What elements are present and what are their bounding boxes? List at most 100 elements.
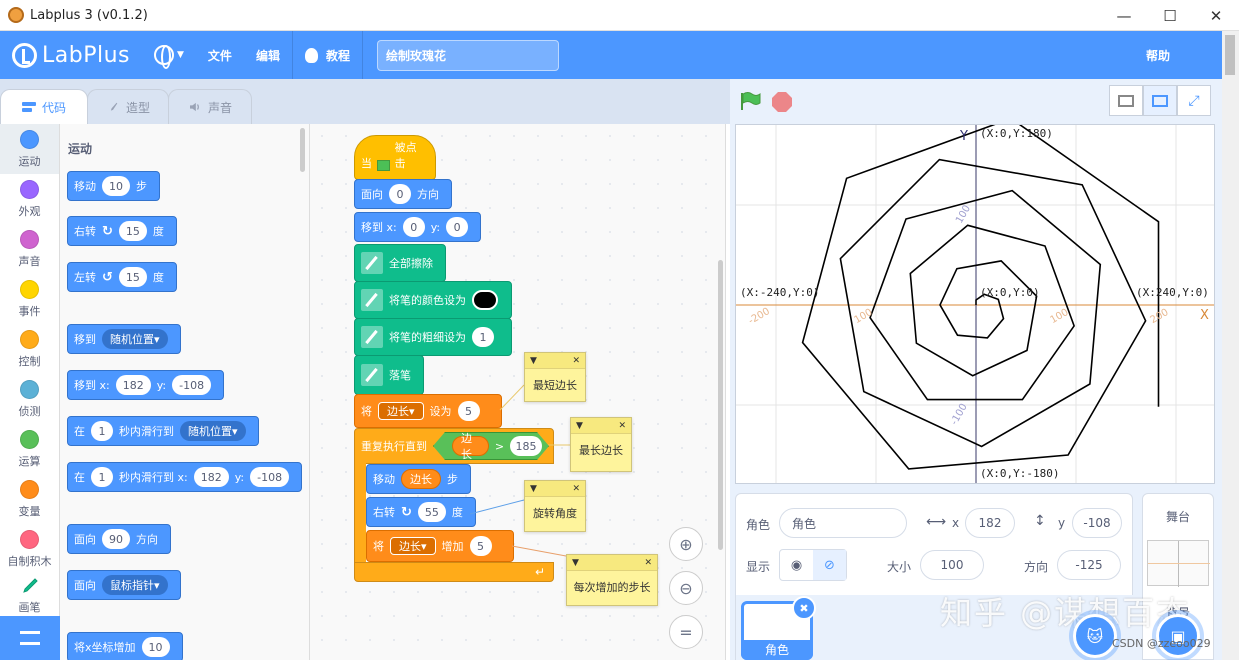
close-icon[interactable]: ✕ [618, 421, 626, 431]
block-turn-right[interactable]: 右转 ↻ 15 度 [67, 216, 177, 246]
comment-note[interactable]: ▼ ✕ 最短边长 [524, 352, 586, 402]
stage-canvas[interactable]: Y X (X:0,Y:180) (X:0,Y:-180) (X:-240,Y:0… [735, 124, 1215, 484]
block-glide-random[interactable]: 在 1 秒内滑行到 随机位置 ▾ [67, 416, 259, 446]
category-motion[interactable]: 运动 [0, 124, 59, 174]
labplus-logo[interactable]: LabPlus [12, 42, 130, 68]
comment-note[interactable]: ▼ ✕ 旋转角度 [524, 480, 586, 532]
collapse-icon[interactable]: ▼ [572, 558, 579, 568]
target-dropdown[interactable]: 随机位置 ▾ [102, 329, 168, 349]
direction-input[interactable]: 0 [389, 184, 411, 204]
sprite-x-input[interactable]: 182 [965, 508, 1015, 538]
fullscreen-button[interactable]: ⤢ [1177, 85, 1211, 116]
stage-thumbnail[interactable] [1147, 540, 1210, 587]
block-set-pen-size[interactable]: 将笔的粗细设为 1 [354, 318, 512, 356]
add-extension-button[interactable] [0, 616, 60, 660]
block-greater-than[interactable]: 边长 >185 [433, 432, 549, 460]
sprite-y-input[interactable]: -108 [1072, 508, 1122, 538]
block-move-steps[interactable]: 移动 边长步 [366, 464, 471, 494]
scrollbar-thumb[interactable] [1225, 35, 1235, 75]
category-operators[interactable]: 运算 [0, 424, 59, 474]
zoom-reset-button[interactable]: = [669, 615, 703, 649]
variable-reporter[interactable]: 边长 [452, 432, 489, 460]
project-title-input[interactable]: 绘制玫瑰花 [376, 39, 559, 71]
choose-backdrop-button[interactable]: ▣ [1156, 614, 1200, 658]
zoom-out-button[interactable]: ⊖ [669, 571, 703, 605]
close-icon[interactable]: ✕ [644, 558, 652, 568]
seconds-input[interactable]: 1 [91, 467, 113, 487]
block-turn-right[interactable]: 右转 ↻ 55 度 [366, 497, 476, 527]
category-variables[interactable]: 变量 [0, 474, 59, 524]
comment-note[interactable]: ▼ ✕ 最长边长 [570, 417, 632, 472]
value-input[interactable]: 5 [469, 536, 492, 556]
zoom-in-button[interactable]: ⊕ [669, 527, 703, 561]
category-looks[interactable]: 外观 [0, 174, 59, 224]
block-goto-xy[interactable]: 移到 x: 0 y: 0 [354, 212, 482, 242]
variable-dropdown[interactable]: 边长 ▾ [378, 402, 424, 420]
collapse-icon[interactable]: ▼ [530, 356, 537, 366]
block-change-variable[interactable]: 将边长 ▾ 增加 5 [366, 530, 514, 562]
block-pen-clear[interactable]: 全部擦除 [354, 244, 446, 282]
file-menu[interactable]: 文件 [196, 31, 244, 79]
tutorial-menu[interactable]: 教程 [293, 31, 362, 79]
close-button[interactable]: ✕ [1193, 0, 1239, 31]
category-sound[interactable]: 声音 [0, 224, 59, 274]
tab-costumes[interactable]: 造型 [87, 89, 169, 124]
pen-size-input[interactable]: 1 [472, 327, 494, 347]
degrees-input[interactable]: 55 [417, 502, 446, 522]
block-goto-xy[interactable]: 移到 x: 182 y: -108 [67, 370, 225, 400]
sprite-direction-input[interactable]: -125 [1057, 550, 1121, 580]
degrees-input[interactable]: 15 [118, 267, 147, 287]
tab-code[interactable]: 代码 [0, 89, 88, 124]
choose-sprite-button[interactable]: 🐱 [1073, 614, 1117, 658]
minimize-button[interactable]: — [1101, 0, 1147, 31]
block-glide-xy[interactable]: 在 1 秒内滑行到 x: 182 y: -108 [67, 462, 303, 492]
y-input[interactable]: -108 [250, 467, 290, 487]
code-scrollbar[interactable] [718, 260, 723, 550]
category-events[interactable]: 事件 [0, 274, 59, 324]
stop-button[interactable] [772, 92, 792, 112]
collapse-icon[interactable]: ▼ [576, 421, 583, 431]
close-icon[interactable]: ✕ [572, 484, 580, 494]
green-flag-button[interactable] [739, 91, 761, 111]
edit-menu[interactable]: 编辑 [244, 31, 292, 79]
block-move-steps[interactable]: 移动 10 步 [67, 171, 160, 201]
seconds-input[interactable]: 1 [91, 421, 113, 441]
block-pen-down[interactable]: 落笔 [354, 355, 424, 395]
normal-stage-button[interactable] [1143, 85, 1177, 116]
category-pen[interactable]: 画笔 [0, 574, 59, 618]
variable-dropdown[interactable]: 边长 ▾ [390, 537, 436, 555]
palette-scrollbar[interactable] [300, 128, 305, 172]
tab-sounds[interactable]: 声音 [168, 89, 252, 124]
maximize-button[interactable]: ☐ [1147, 0, 1193, 31]
delete-sprite-button[interactable]: ✖ [792, 596, 816, 620]
category-my-blocks[interactable]: 自制积木 [0, 524, 59, 574]
block-point-direction[interactable]: 面向 90 方向 [67, 524, 171, 554]
y-input[interactable]: 0 [446, 217, 469, 237]
help-menu[interactable]: 帮助 [1146, 47, 1170, 64]
block-when-flag-clicked[interactable]: 当被点击 [354, 135, 436, 180]
steps-input[interactable]: 10 [102, 176, 130, 196]
block-set-pen-color[interactable]: 将笔的颜色设为 [354, 281, 512, 319]
direction-input[interactable]: 90 [102, 529, 130, 549]
degrees-input[interactable]: 15 [118, 221, 147, 241]
collapse-icon[interactable]: ▼ [530, 484, 537, 494]
show-sprite-button[interactable]: ◉ [780, 550, 813, 580]
compare-value-input[interactable]: 185 [510, 436, 542, 456]
pen-color-swatch[interactable] [472, 290, 498, 310]
close-icon[interactable]: ✕ [572, 356, 580, 366]
y-input[interactable]: -108 [172, 375, 212, 395]
block-point-direction[interactable]: 面向 0 方向 [354, 179, 452, 209]
hide-sprite-button[interactable]: ⊘ [813, 550, 846, 580]
category-sensing[interactable]: 侦测 [0, 374, 59, 424]
change-x-input[interactable]: 10 [141, 637, 170, 657]
x-input[interactable]: 182 [193, 467, 229, 487]
value-input[interactable]: 5 [457, 401, 480, 421]
block-set-variable[interactable]: 将边长 ▾ 设为 5 [354, 394, 502, 428]
x-input[interactable]: 182 [115, 375, 151, 395]
language-menu[interactable]: ▼ [142, 31, 196, 79]
category-control[interactable]: 控制 [0, 324, 59, 374]
block-goto-random[interactable]: 移到 随机位置 ▾ [67, 324, 181, 354]
sprite-size-input[interactable]: 100 [920, 550, 984, 580]
block-point-towards[interactable]: 面向 鼠标指针 ▾ [67, 570, 181, 600]
target-dropdown[interactable]: 随机位置 ▾ [180, 421, 246, 441]
